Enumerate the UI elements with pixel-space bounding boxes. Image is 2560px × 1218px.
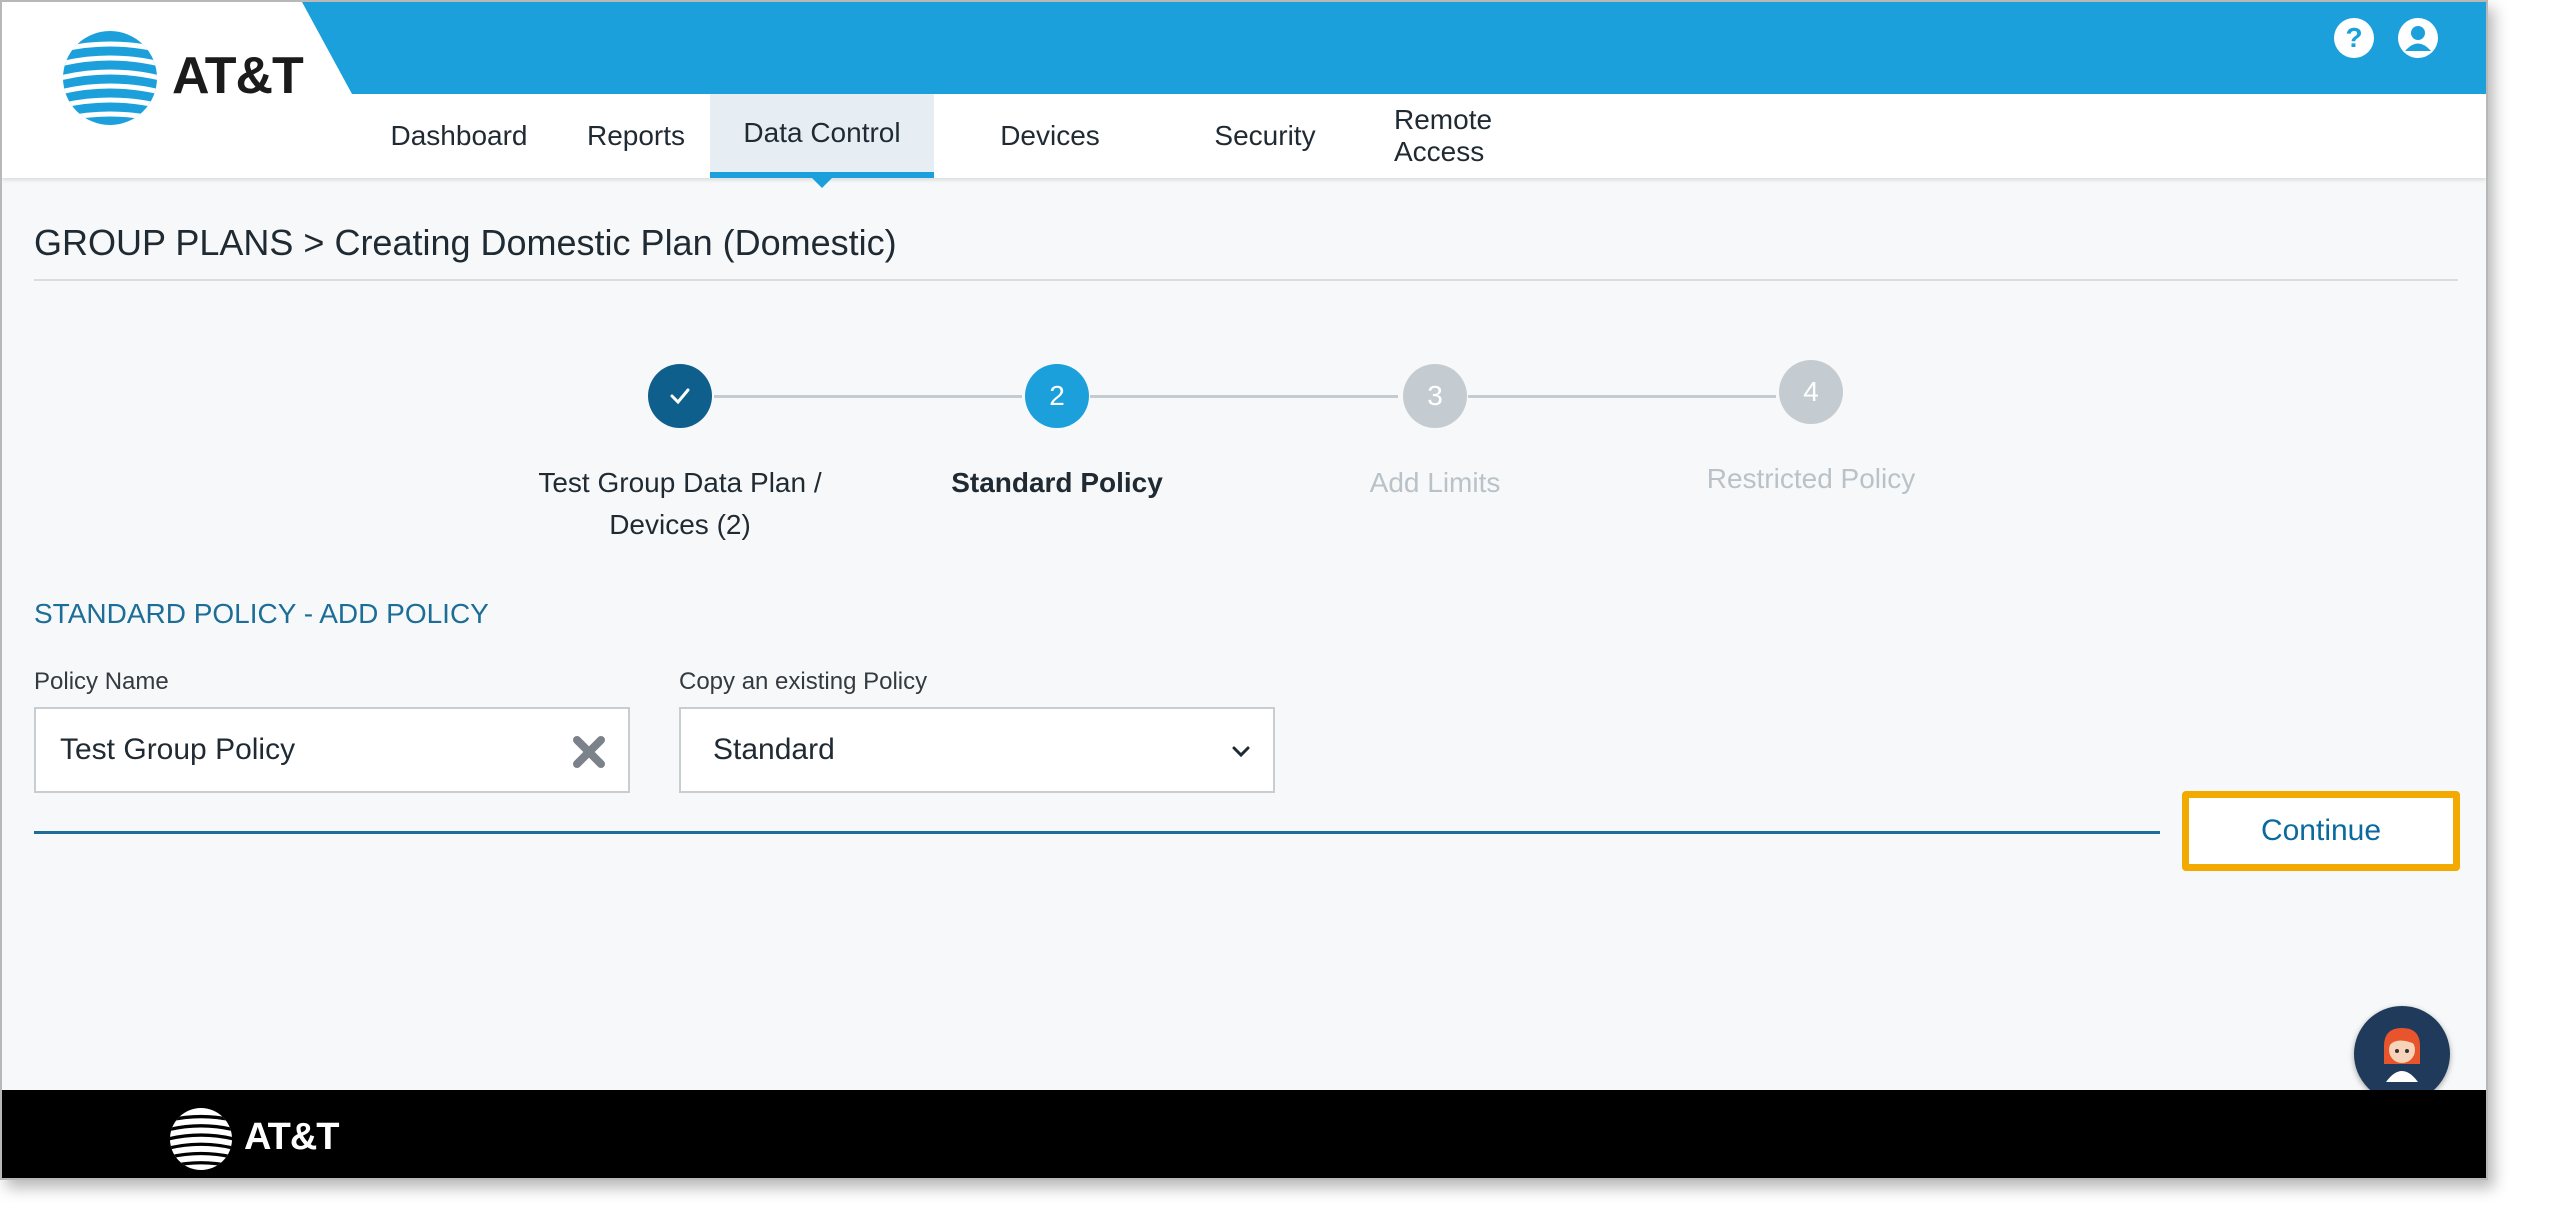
main-nav: Dashboard Reports Data Control Devices S… [356, 94, 1608, 188]
step-number: 4 [1803, 376, 1819, 407]
step-number: 3 [1427, 380, 1443, 411]
step-3-circle: 3 [1403, 364, 1467, 428]
step-2-label: Standard Policy [951, 467, 1163, 498]
nav-dashboard[interactable]: Dashboard [356, 94, 562, 178]
step-1-label: Test Group Data Plan / Devices (2) [538, 467, 822, 540]
nav-data-control[interactable]: Data Control [710, 94, 934, 188]
step-4-circle: 4 [1779, 360, 1843, 424]
help-icon[interactable]: ? [2332, 16, 2376, 60]
footer-logo[interactable]: AT&T [168, 1104, 368, 1174]
policy-name-value: Test Group Policy [60, 733, 296, 766]
svg-text:?: ? [2345, 22, 2362, 53]
step-connector [1090, 395, 1398, 398]
header: AT&T ? Dashboard Reports Data Control De… [2, 2, 2486, 188]
nav-label: Dashboard [390, 120, 528, 151]
nav-reports[interactable]: Reports [562, 94, 710, 178]
chat-avatar-icon [2384, 1028, 2420, 1082]
policy-name-label: Policy Name [34, 668, 169, 695]
step-connector [1468, 395, 1776, 398]
footer-brand-name: AT&T [244, 1116, 339, 1158]
nav-label: Devices [1000, 120, 1100, 151]
breadcrumb: GROUP PLANS > Creating Domestic Plan (Do… [34, 222, 897, 263]
checkmark-icon [670, 388, 690, 405]
continue-button[interactable]: Continue [2182, 791, 2460, 871]
breadcrumb-divider [34, 279, 2458, 281]
att-logo[interactable]: AT&T [60, 28, 320, 128]
nav-remote-access[interactable]: Remote Access [1364, 94, 1608, 178]
step-connector [714, 395, 1022, 398]
step-2-circle: 2 [1025, 364, 1089, 428]
nav-label: Reports [586, 120, 686, 151]
brand-name: AT&T [172, 47, 304, 105]
nav-label: Security [1214, 120, 1316, 151]
header-banner [302, 2, 2486, 94]
step-4-label: Restricted Policy [1706, 463, 1916, 494]
nav-security[interactable]: Security [1166, 94, 1364, 178]
browser-window: AT&T ? Dashboard Reports Data Control De… [0, 0, 2488, 1180]
att-globe-icon [63, 31, 157, 125]
nav-devices[interactable]: Devices [934, 94, 1166, 178]
clear-icon[interactable] [572, 735, 606, 769]
copy-policy-selected: Standard [713, 733, 835, 766]
user-account-icon[interactable] [2396, 16, 2440, 60]
step-number: 2 [1049, 380, 1065, 411]
att-globe-icon [169, 1107, 233, 1171]
footer: AT&T [2, 1090, 2486, 1178]
step-3-label: Add Limits [1369, 467, 1501, 498]
step-1-circle [648, 364, 712, 428]
section-divider [34, 831, 2160, 834]
copy-policy-label: Copy an existing Policy [679, 668, 928, 695]
chevron-down-icon [1232, 746, 1250, 758]
nav-label: Remote Access [1394, 104, 1493, 167]
nav-label: Data Control [743, 117, 901, 148]
copy-policy-select[interactable]: Standard [679, 707, 1275, 793]
policy-name-input[interactable]: Test Group Policy [34, 707, 630, 793]
chat-assistant-button[interactable] [2354, 1006, 2450, 1102]
section-title: STANDARD POLICY - ADD POLICY [34, 598, 489, 629]
